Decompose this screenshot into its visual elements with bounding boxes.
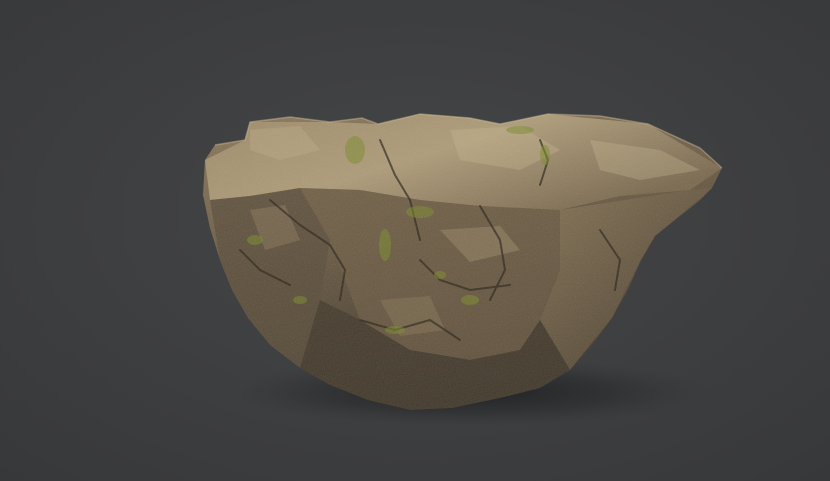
viewport-stage [0, 0, 830, 481]
rock-render [203, 113, 723, 426]
